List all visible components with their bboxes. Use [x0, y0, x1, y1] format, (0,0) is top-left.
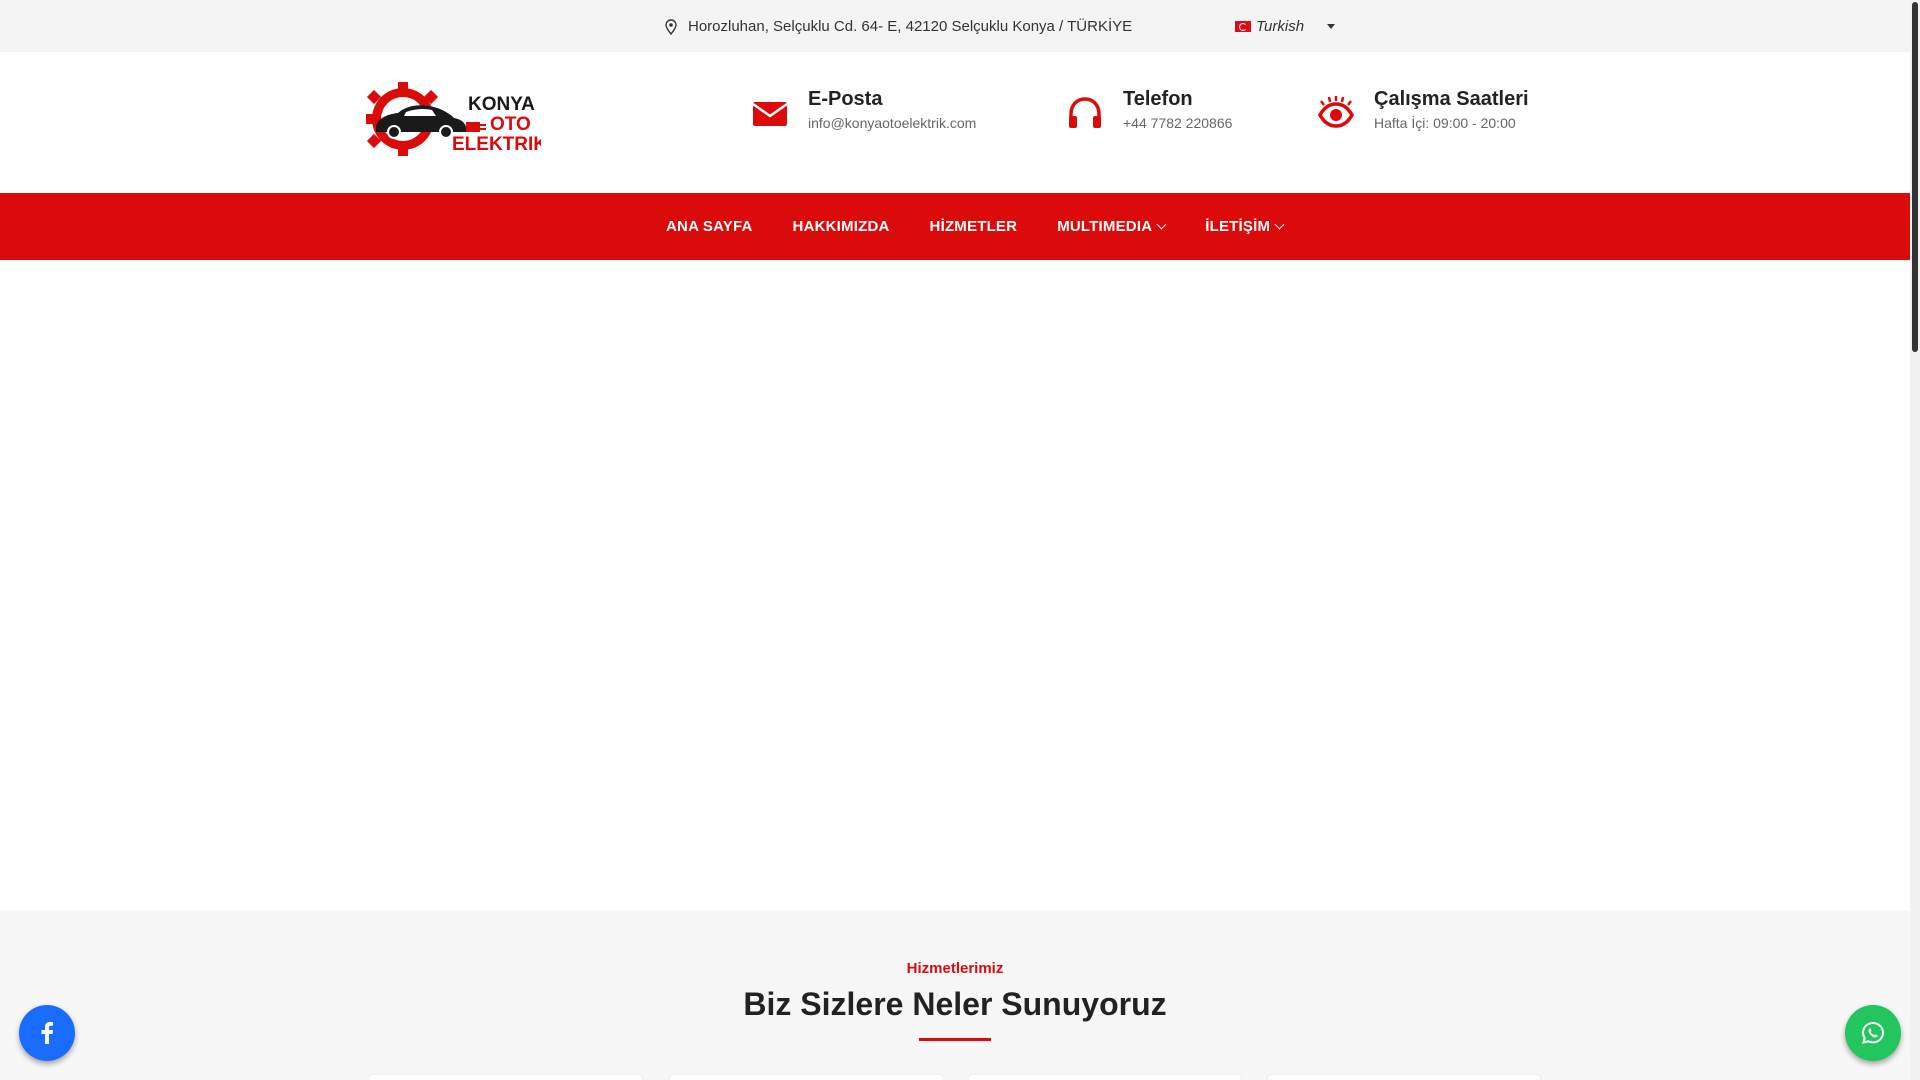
service-card[interactable]: [670, 1075, 942, 1080]
eye-icon: [1318, 96, 1354, 128]
chevron-down-icon: [1274, 219, 1285, 230]
nav-item-multimedia[interactable]: MULTIMEDIA: [1057, 218, 1167, 235]
nav-item-about[interactable]: HAKKIMIZDA: [793, 218, 890, 235]
nav-label: ANA SAYFA: [666, 218, 753, 235]
language-label: Turkish: [1256, 18, 1305, 35]
svg-text:KONYA: KONYA: [468, 94, 535, 115]
facebook-button[interactable]: [19, 1005, 75, 1061]
nav-label: MULTIMEDIA: [1057, 218, 1153, 235]
address: Horozluhan, Selçuklu Cd. 64- E, 42120 Se…: [664, 18, 1132, 35]
whatsapp-button[interactable]: [1845, 1005, 1901, 1061]
nav-item-contact[interactable]: İLETİŞİM: [1205, 218, 1285, 235]
page-scrollbar[interactable]: [1910, 0, 1920, 1080]
nav-item-services[interactable]: HİZMETLER: [930, 218, 1018, 235]
caret-down-icon: [1327, 24, 1336, 29]
hours-value: Hafta İçi: 09:00 - 20:00: [1374, 115, 1516, 131]
svg-text:OTO: OTO: [490, 114, 531, 135]
scrollbar-thumb[interactable]: [1912, 2, 1918, 352]
main-nav: ANA SAYFA HAKKIMIZDA HİZMETLER MULTIMEDI…: [0, 193, 1910, 260]
whatsapp-icon: [1861, 1021, 1885, 1044]
contact-phone: Telefon +44 7782 220866: [1067, 87, 1232, 132]
service-card[interactable]: [1268, 1075, 1540, 1080]
nav-label: HAKKIMIZDA: [792, 218, 890, 235]
svg-text:ELEKTRIK: ELEKTRIK: [452, 134, 541, 155]
services-subtitle: Hizmetlerimiz: [906, 960, 1004, 977]
service-card[interactable]: [370, 1075, 642, 1080]
hero-slider: [0, 260, 1910, 910]
email-value[interactable]: info@konyaotoelektrik.com: [808, 115, 976, 131]
service-card[interactable]: [969, 1075, 1241, 1080]
chevron-down-icon: [1156, 219, 1167, 230]
phone-value[interactable]: +44 7782 220866: [1123, 115, 1232, 131]
map-pin-icon: [665, 18, 677, 35]
nav-label: İLETİŞİM: [1205, 218, 1271, 235]
turkey-flag-icon: [1235, 21, 1251, 32]
title-underline: [919, 1038, 991, 1041]
language-selector[interactable]: Turkish: [1235, 18, 1336, 35]
email-title: E-Posta: [808, 88, 883, 110]
nav-label: HİZMETLER: [929, 218, 1018, 235]
address-text: Horozluhan, Selçuklu Cd. 64- E, 42120 Se…: [688, 18, 1133, 35]
site-logo[interactable]: KONYA OTO ELEKTRIK: [366, 82, 541, 157]
services-section: Hizmetlerimiz Biz Sizlere Neler Sunuyoru…: [0, 910, 1910, 1080]
envelope-icon: [752, 102, 788, 126]
phone-title: Telefon: [1123, 88, 1193, 110]
contact-email: E-Posta info@konyaotoelektrik.com: [752, 87, 976, 132]
top-bar: Horozluhan, Selçuklu Cd. 64- E, 42120 Se…: [0, 0, 1910, 52]
nav-item-home[interactable]: ANA SAYFA: [666, 218, 753, 235]
services-title: Biz Sizlere Neler Sunuyoruz: [743, 986, 1167, 1022]
contact-hours: Çalışma Saatleri Hafta İçi: 09:00 - 20:0…: [1318, 87, 1529, 132]
headphones-icon: [1069, 97, 1101, 128]
hours-title: Çalışma Saatleri: [1374, 88, 1529, 110]
facebook-icon: [41, 1022, 53, 1044]
header: KONYA OTO ELEKTRIK E-Posta info@konyaoto…: [0, 52, 1910, 193]
